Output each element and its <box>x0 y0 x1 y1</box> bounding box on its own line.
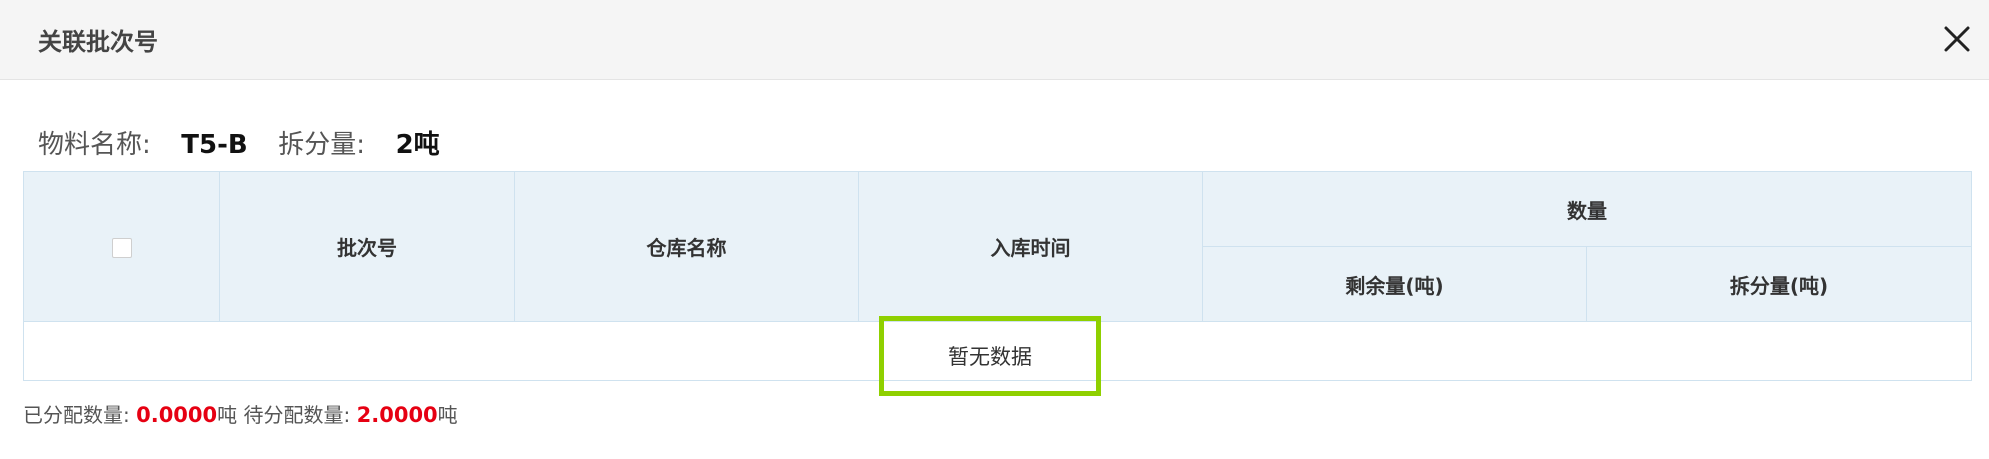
material-label: 物料名称: <box>38 130 151 160</box>
column-header-batch-no[interactable]: 批次号 <box>219 171 515 322</box>
split-value: 2吨 <box>395 130 440 160</box>
close-icon[interactable] <box>1940 22 1974 56</box>
column-header-quantity: 数量 <box>1202 171 1972 247</box>
empty-row: 暂无数据 <box>23 316 1972 396</box>
pending-unit: 吨 <box>437 403 458 427</box>
column-header-split[interactable]: 拆分量(吨) <box>1586 246 1972 322</box>
material-value: T5-B <box>181 130 248 160</box>
select-all-checkbox[interactable] <box>111 238 132 258</box>
pending-label: 待分配数量: <box>243 403 351 427</box>
column-header-in-time[interactable]: 入库时间 <box>858 171 1203 322</box>
empty-text: 暂无数据 <box>879 316 1101 396</box>
batch-table: 批次号 仓库名称 入库时间 数量 剩余量(吨) 拆分量(吨) 暂无数据 <box>23 171 1972 396</box>
select-all-header <box>23 171 220 322</box>
dialog-header: 关联批次号 <box>0 0 1989 80</box>
dialog-title: 关联批次号 <box>38 28 158 56</box>
assigned-label: 已分配数量: <box>23 403 130 427</box>
assigned-value: 0.0000 <box>136 403 218 427</box>
split-label: 拆分量: <box>278 130 366 160</box>
column-header-warehouse[interactable]: 仓库名称 <box>514 171 859 322</box>
allocation-summary: 已分配数量: 0.0000吨 待分配数量: 2.0000吨 <box>23 399 458 428</box>
batch-link-dialog: 关联批次号 物料名称: T5-B 拆分量: 2吨 批次号 仓库名称 入库时间 数… <box>0 0 1989 459</box>
pending-value: 2.0000 <box>356 403 438 427</box>
empty-cell: 暂无数据 <box>23 316 1972 396</box>
column-header-remaining[interactable]: 剩余量(吨) <box>1202 246 1587 322</box>
assigned-unit: 吨 <box>217 403 238 427</box>
material-info: 物料名称: T5-B 拆分量: 2吨 <box>38 124 440 161</box>
